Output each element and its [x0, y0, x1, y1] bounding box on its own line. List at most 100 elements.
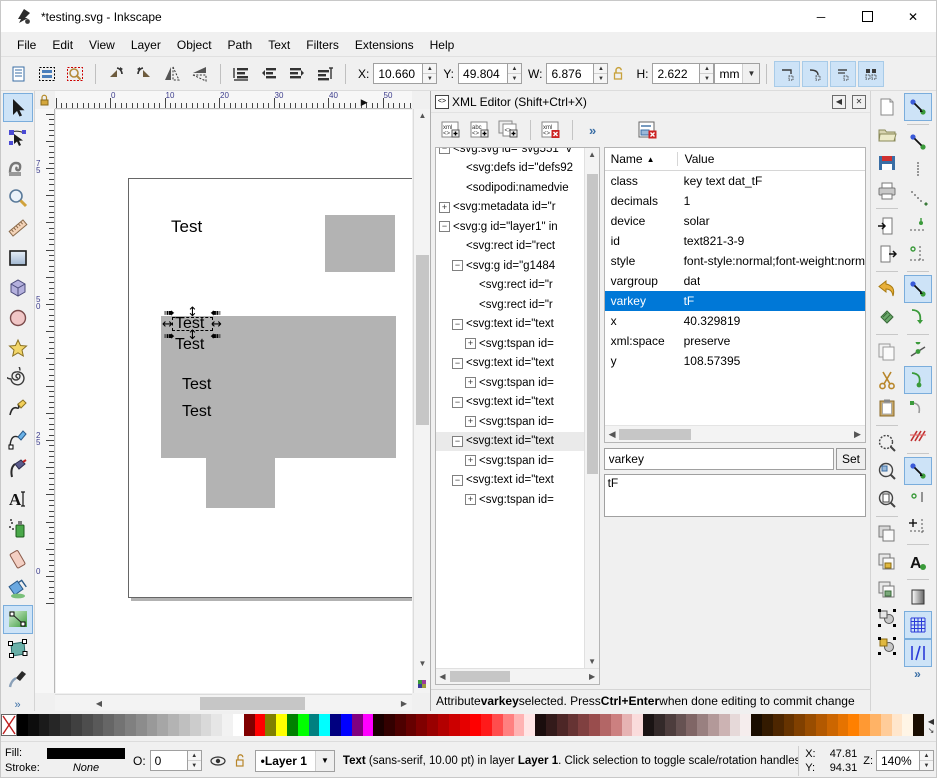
palette-swatch[interactable] — [794, 714, 806, 736]
palette-swatch[interactable] — [697, 714, 708, 736]
eraser-tool[interactable] — [3, 544, 33, 573]
palette-swatch[interactable] — [567, 714, 579, 736]
canvas-hscroll-thumb[interactable] — [200, 697, 305, 710]
palette-swatch[interactable] — [297, 714, 309, 736]
palette-swatch[interactable] — [232, 714, 244, 736]
attribute-name-input[interactable] — [603, 448, 834, 470]
palette-scroll-down-icon[interactable]: ↘ — [928, 726, 935, 735]
new-element-node-button[interactable]: xml <> — [437, 117, 463, 143]
path-union-button[interactable] — [903, 93, 932, 121]
paint-bucket-tool[interactable] — [3, 575, 33, 604]
collapse-minus-icon[interactable]: − — [452, 357, 463, 369]
svg-page[interactable]: Test Test ➠ ↕ ➠ ↔ ↔ ➠ ↕ ➠ Test Test Test — [128, 178, 412, 598]
curve-button[interactable] — [904, 303, 932, 331]
palette-swatch[interactable] — [416, 714, 428, 736]
palette-swatch[interactable] — [103, 714, 115, 736]
node-insert-button[interactable] — [904, 212, 932, 240]
stroke-row[interactable]: Stroke: None — [5, 761, 129, 776]
attr-col-value-header[interactable]: Value — [676, 152, 865, 166]
rotate-90-cw-icon[interactable] — [131, 61, 157, 87]
palette-swatch[interactable] — [17, 714, 28, 736]
attribute-row[interactable]: varkey tF — [604, 291, 865, 311]
redo-button[interactable] — [873, 303, 901, 331]
dropper-tool[interactable] — [3, 665, 33, 694]
palette-scroll-left-icon[interactable]: ◀ — [928, 717, 934, 726]
select-all-layers-icon[interactable] — [34, 61, 60, 87]
collapse-minus-icon[interactable]: − — [452, 260, 463, 272]
menu-help[interactable]: Help — [422, 36, 463, 54]
tree-scroll-right-icon[interactable]: ▶ — [587, 670, 598, 683]
palette-swatch[interactable] — [146, 714, 158, 736]
align-distribute-button[interactable] — [904, 513, 932, 541]
palette-swatch[interactable] — [535, 714, 547, 736]
opacity-spin-buttons[interactable]: ▲ ▼ — [187, 750, 202, 771]
xml-tree-node[interactable]: + <svg:tspan id= — [436, 451, 584, 471]
curve-3-button[interactable] — [904, 394, 932, 422]
ruler-corner-lock-icon[interactable] — [35, 91, 55, 109]
expand-plus-icon[interactable]: + — [439, 201, 450, 213]
set-attribute-button[interactable]: Set — [836, 448, 866, 470]
palette-swatch[interactable] — [189, 714, 201, 736]
xml-tree-node[interactable]: − <svg:svg id="svg551" v — [436, 148, 584, 159]
attribute-row[interactable]: x 40.329819 — [605, 311, 865, 331]
canvas-scroll-down-icon[interactable]: ▼ — [417, 657, 428, 669]
path-difference-button[interactable] — [904, 128, 932, 156]
text-tool[interactable]: A — [3, 484, 33, 513]
canvas-scroll-left-icon[interactable]: ◀ — [93, 697, 105, 710]
attribute-row[interactable]: style font-style:normal;font-weight:norm — [605, 251, 865, 271]
palette-swatch[interactable] — [178, 714, 190, 736]
xml-editor-button[interactable] — [903, 275, 932, 303]
palette-swatch[interactable] — [330, 714, 341, 736]
palette-swatch[interactable] — [772, 714, 784, 736]
palette-swatch[interactable] — [815, 714, 827, 736]
expand-plus-icon[interactable]: + — [465, 455, 476, 467]
zoom-tool[interactable] — [3, 183, 33, 212]
palette-swatch[interactable] — [427, 714, 439, 736]
palette-swatch[interactable] — [243, 714, 255, 736]
duplicate-node-button[interactable]: <> — [495, 117, 521, 143]
drawing-canvas[interactable]: Test Test ➠ ↕ ➠ ↔ ↔ ➠ ↕ ➠ Test Test Test — [56, 110, 412, 693]
xml-tree-node[interactable]: + <svg:tspan id= — [436, 334, 584, 354]
attribute-row[interactable]: device solar — [605, 211, 865, 231]
palette-swatch[interactable] — [81, 714, 93, 736]
palette-swatch[interactable] — [265, 714, 277, 736]
xml-tree-node[interactable]: − <svg:text id="text — [436, 354, 584, 374]
attr-col-name-header[interactable]: Name ▲ — [605, 152, 677, 166]
affect-patterns-icon[interactable] — [858, 60, 885, 87]
xml-tree-node[interactable]: + <svg:metadata id="r — [436, 198, 584, 218]
xml-tree-node[interactable]: − <svg:g id="g1484 — [436, 256, 584, 276]
new-document-button[interactable] — [873, 93, 901, 121]
node-tool[interactable] — [3, 123, 33, 152]
collapse-panel-button[interactable]: ◀ — [832, 94, 846, 109]
palette-swatch[interactable] — [438, 714, 449, 736]
palette-swatch[interactable] — [556, 714, 568, 736]
raise-to-top-icon[interactable] — [312, 61, 338, 87]
attribute-row[interactable]: class key text dat_tF — [605, 171, 865, 191]
path-dots-diamond-button[interactable] — [904, 184, 932, 212]
palette-swatch[interactable] — [340, 714, 352, 736]
collapse-minus-icon[interactable]: − — [452, 396, 463, 408]
menu-text[interactable]: Text — [260, 36, 298, 54]
palette-swatch[interactable] — [610, 714, 622, 736]
canvas-scroll-right-icon[interactable]: ▶ — [398, 697, 410, 710]
palette-swatch[interactable] — [708, 714, 719, 736]
selector-tool[interactable] — [2, 93, 33, 123]
canvas-text-4[interactable]: Test — [182, 403, 211, 421]
node-corner-button[interactable] — [904, 240, 932, 268]
spiral-tool[interactable] — [3, 364, 33, 393]
calligraphy-tool[interactable] — [3, 454, 33, 483]
unit-dropdown[interactable]: mm ▼ — [714, 63, 761, 84]
mesh-tool[interactable] — [3, 635, 33, 664]
chevron-down-icon[interactable]: ▼ — [314, 750, 334, 771]
menu-extensions[interactable]: Extensions — [347, 36, 422, 54]
delete-node-button[interactable]: xml <> — [537, 117, 563, 143]
palette-swatch[interactable] — [200, 714, 212, 736]
node-line-button[interactable] — [904, 338, 932, 366]
y-spin-buttons[interactable]: ▲ ▼ — [508, 63, 523, 84]
rect-bottom-tab[interactable] — [206, 458, 275, 508]
flip-vertical-icon[interactable] — [187, 61, 213, 87]
palette-swatch[interactable] — [362, 714, 374, 736]
affect-stroke-width-icon[interactable] — [774, 60, 801, 87]
zoom-selection-button[interactable] — [873, 429, 901, 457]
expand-plus-icon[interactable]: + — [465, 494, 476, 506]
